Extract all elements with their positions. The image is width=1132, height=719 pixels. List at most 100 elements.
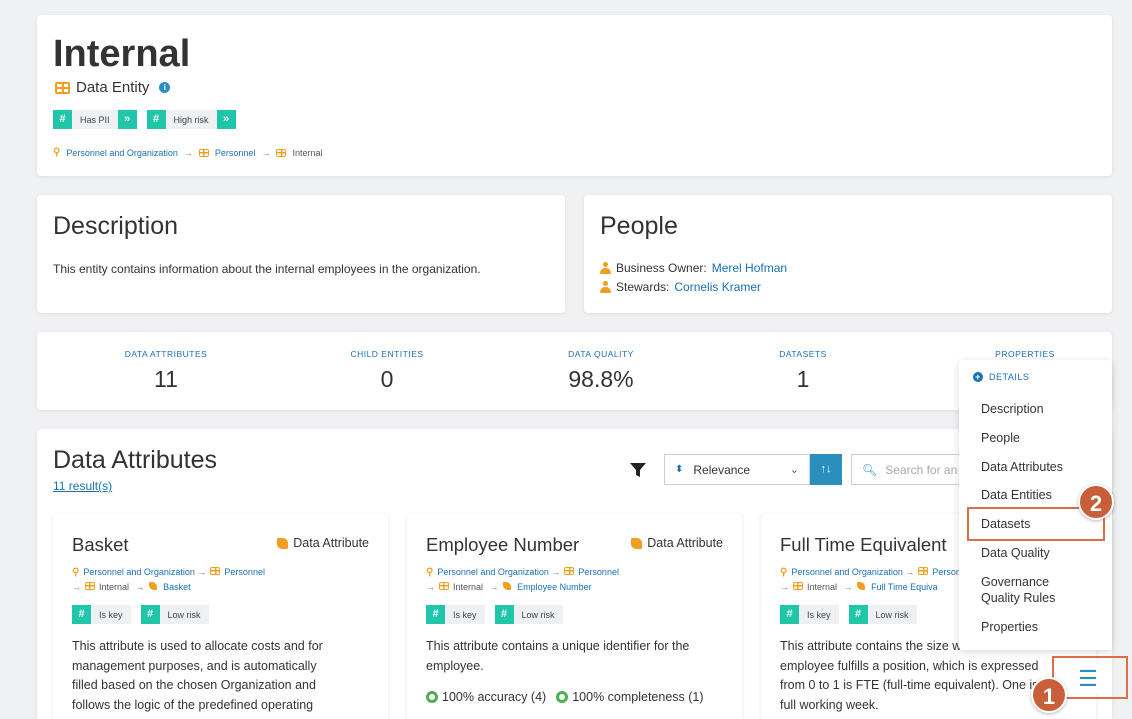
path-item[interactable]: Personnel and Organization xyxy=(437,567,549,577)
expand-icon[interactable]: » xyxy=(216,110,236,129)
hierarchy-icon: ⚲ xyxy=(426,567,434,578)
arrow-icon: → xyxy=(72,582,81,592)
hash-icon: # xyxy=(426,605,445,624)
table-icon xyxy=(918,567,929,575)
stat-child-entities[interactable]: CHILD ENTITIES 0 xyxy=(307,349,467,393)
quality-completeness[interactable]: 100% completeness (1) xyxy=(556,690,704,704)
tag-label: Low risk xyxy=(875,609,909,620)
quality-label: 100% accuracy (4) xyxy=(442,690,547,704)
tag-low-risk[interactable]: # Low risk xyxy=(494,605,563,624)
info-icon[interactable]: i xyxy=(159,82,171,93)
stat-label: PROPERTIES xyxy=(995,349,1055,359)
sort-value: Relevance xyxy=(693,462,751,477)
menu-item-data-entities[interactable]: Data Entities xyxy=(981,487,1052,503)
path-item[interactable]: Personnel and Organization xyxy=(83,567,195,577)
person-icon xyxy=(600,262,611,274)
arrow-icon: → xyxy=(183,147,193,158)
tag-is-key[interactable]: # Is key xyxy=(72,605,131,624)
stat-properties[interactable]: PROPERTIES xyxy=(945,349,1105,359)
stat-label: DATA QUALITY xyxy=(568,349,634,359)
path-item: Internal xyxy=(453,582,484,592)
status-ring-icon xyxy=(426,691,438,703)
tag-has-pii[interactable]: # Has PII » xyxy=(53,110,137,129)
table-icon xyxy=(210,567,221,575)
stat-datasets[interactable]: DATASETS 1 xyxy=(723,349,883,393)
arrow-icon: → xyxy=(135,582,145,592)
table-icon xyxy=(198,148,209,157)
path-item[interactable]: Employee Number xyxy=(517,582,592,592)
menu-item-people[interactable]: People xyxy=(981,430,1020,446)
step-badge-2: 2 xyxy=(1078,484,1114,520)
entity-type-label: Data Entity xyxy=(76,79,150,96)
attribute-name[interactable]: Employee Number xyxy=(426,534,579,556)
attribute-kind: Data Attribute xyxy=(277,536,369,550)
tag-label: Low risk xyxy=(521,609,555,620)
stat-label: CHILD ENTITIES xyxy=(350,349,424,359)
hash-icon: # xyxy=(140,605,160,624)
sort-direction-button[interactable]: ↑↓ xyxy=(810,454,842,485)
arrow-icon: → xyxy=(905,567,915,577)
path-item: Internal xyxy=(807,582,838,592)
menu-header-label: DETAILS xyxy=(989,372,1030,382)
quality-accuracy[interactable]: 100% accuracy (4) xyxy=(426,690,546,704)
menu-item-governance-quality-rules[interactable]: Governance Quality Rules xyxy=(981,574,1081,606)
stat-data-quality[interactable]: DATA QUALITY 98.8% xyxy=(521,349,681,393)
sort-select[interactable]: ⬍ Relevance ⌄ xyxy=(664,454,810,485)
attribute-kind-label: Data Attribute xyxy=(293,536,369,550)
entity-type: Data Entity i xyxy=(55,79,171,96)
data-attributes-section: Data Attributes 11 result(s) ⬍ Relevance… xyxy=(37,429,1112,719)
path-item[interactable]: Personnel xyxy=(224,567,265,577)
tag-label: High risk xyxy=(173,114,209,125)
attribute-name[interactable]: Basket xyxy=(72,534,129,556)
search-placeholder: Search for an xyxy=(885,462,958,477)
attribute-path: ⚲ Personnel and Organization → Personnel →… xyxy=(426,565,666,594)
attribute-path: ⚲ Personnel and Organization → Personnel →… xyxy=(72,565,312,594)
path-item: Internal xyxy=(99,582,130,592)
menu-item-properties[interactable]: Properties xyxy=(981,619,1038,635)
business-owner-link[interactable]: Merel Hofman xyxy=(712,261,787,275)
path-item[interactable]: Personnel xyxy=(578,567,619,577)
business-owner-label: Business Owner: xyxy=(616,261,707,275)
filter-icon[interactable] xyxy=(629,461,647,479)
breadcrumb-item[interactable]: Personnel xyxy=(215,148,256,158)
menu-header[interactable]: + DETAILS xyxy=(973,372,1029,382)
path-item[interactable]: Full Time Equiva xyxy=(871,582,938,592)
chevron-down-icon: ⌄ xyxy=(789,464,799,476)
arrow-icon: → xyxy=(843,582,853,592)
tag-icon xyxy=(856,582,865,590)
hash-icon: # xyxy=(494,605,514,624)
attribute-card[interactable]: Employee Number Data Attribute ⚲ Personne… xyxy=(407,514,742,719)
stat-value: 0 xyxy=(380,366,394,392)
breadcrumb-item[interactable]: Personnel and Organization xyxy=(66,148,178,158)
person-icon xyxy=(600,281,611,293)
path-item[interactable]: Personnel and Organization xyxy=(791,567,903,577)
attribute-kind: Data Attribute xyxy=(631,536,723,550)
stewards-row: Stewards: Cornelis Kramer xyxy=(600,280,761,294)
arrow-icon: → xyxy=(426,582,435,592)
result-count-link[interactable]: 11 result(s) xyxy=(53,479,112,493)
path-item[interactable]: Basket xyxy=(163,582,191,592)
arrow-icon: → xyxy=(489,582,499,592)
expand-icon[interactable]: » xyxy=(117,110,137,129)
stat-value: 1 xyxy=(796,366,810,392)
tag-high-risk[interactable]: # High risk » xyxy=(146,110,236,129)
menu-item-description[interactable]: Description xyxy=(981,401,1044,417)
tag-low-risk[interactable]: # Low risk xyxy=(140,605,209,624)
menu-item-data-attributes[interactable]: Data Attributes xyxy=(981,459,1063,475)
attribute-card[interactable]: Basket Data Attribute ⚲ Personnel and Org… xyxy=(53,514,388,719)
page-title: Internal xyxy=(53,33,191,75)
hierarchy-icon: ⚲ xyxy=(53,147,61,158)
tag-is-key[interactable]: # Is key xyxy=(780,605,839,624)
stewards-label: Stewards: xyxy=(616,280,670,294)
tag-low-risk[interactable]: # Low risk xyxy=(848,605,917,624)
menu-item-data-quality[interactable]: Data Quality xyxy=(981,545,1050,561)
attribute-kind-label: Data Attribute xyxy=(647,536,723,550)
stat-data-attributes[interactable]: DATA ATTRIBUTES 11 xyxy=(86,349,246,393)
tag-list: # Is key # Low risk xyxy=(426,605,563,624)
attribute-name[interactable]: Full Time Equivalent xyxy=(780,534,947,556)
table-icon xyxy=(276,148,287,157)
tag-is-key[interactable]: # Is key xyxy=(426,605,485,624)
steward-link[interactable]: Cornelis Kramer xyxy=(674,280,761,294)
tag-label: Is key xyxy=(807,609,831,620)
hash-icon: # xyxy=(72,605,91,624)
